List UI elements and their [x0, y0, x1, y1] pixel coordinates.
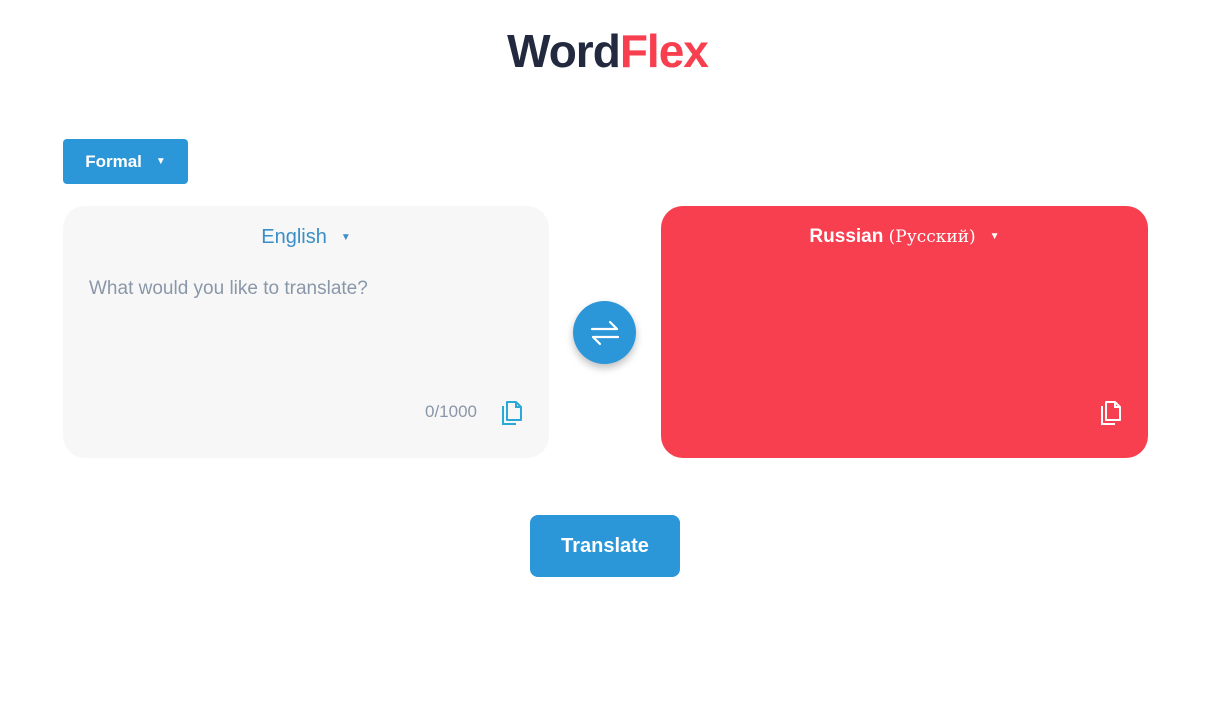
tone-dropdown-label: Formal — [85, 151, 142, 171]
target-language-native: (Русский) — [888, 227, 976, 247]
target-language-dropdown[interactable]: Russian (Русский) ▼ — [661, 226, 1148, 248]
swap-languages-button[interactable] — [573, 301, 636, 364]
copy-icon[interactable] — [1098, 401, 1122, 427]
swap-arrows-icon — [590, 320, 619, 345]
translate-button[interactable]: Translate — [530, 515, 680, 577]
caret-down-icon: ▼ — [155, 155, 166, 167]
tone-dropdown[interactable]: Formal ▼ — [63, 139, 188, 184]
character-counter: 0/1000 — [425, 402, 477, 421]
translator-page: WordFlex Formal ▼ English ▼ 0/1000 Russi… — [0, 0, 1215, 702]
logo-flex: Flex — [619, 25, 709, 77]
logo-word: Word — [507, 25, 621, 77]
source-language-dropdown[interactable]: English ▼ — [63, 226, 549, 249]
copy-icon[interactable] — [499, 401, 523, 427]
caret-down-icon: ▼ — [340, 231, 351, 243]
target-language-label: Russian (Русский) — [809, 226, 975, 248]
target-language-name: Russian — [809, 226, 884, 247]
source-panel: English ▼ 0/1000 — [63, 206, 549, 458]
app-logo: WordFlex — [0, 24, 1215, 78]
caret-down-icon: ▼ — [989, 231, 1000, 242]
source-language-label: English — [261, 226, 327, 248]
source-text-input[interactable] — [89, 278, 519, 378]
target-panel: Russian (Русский) ▼ — [661, 206, 1148, 458]
